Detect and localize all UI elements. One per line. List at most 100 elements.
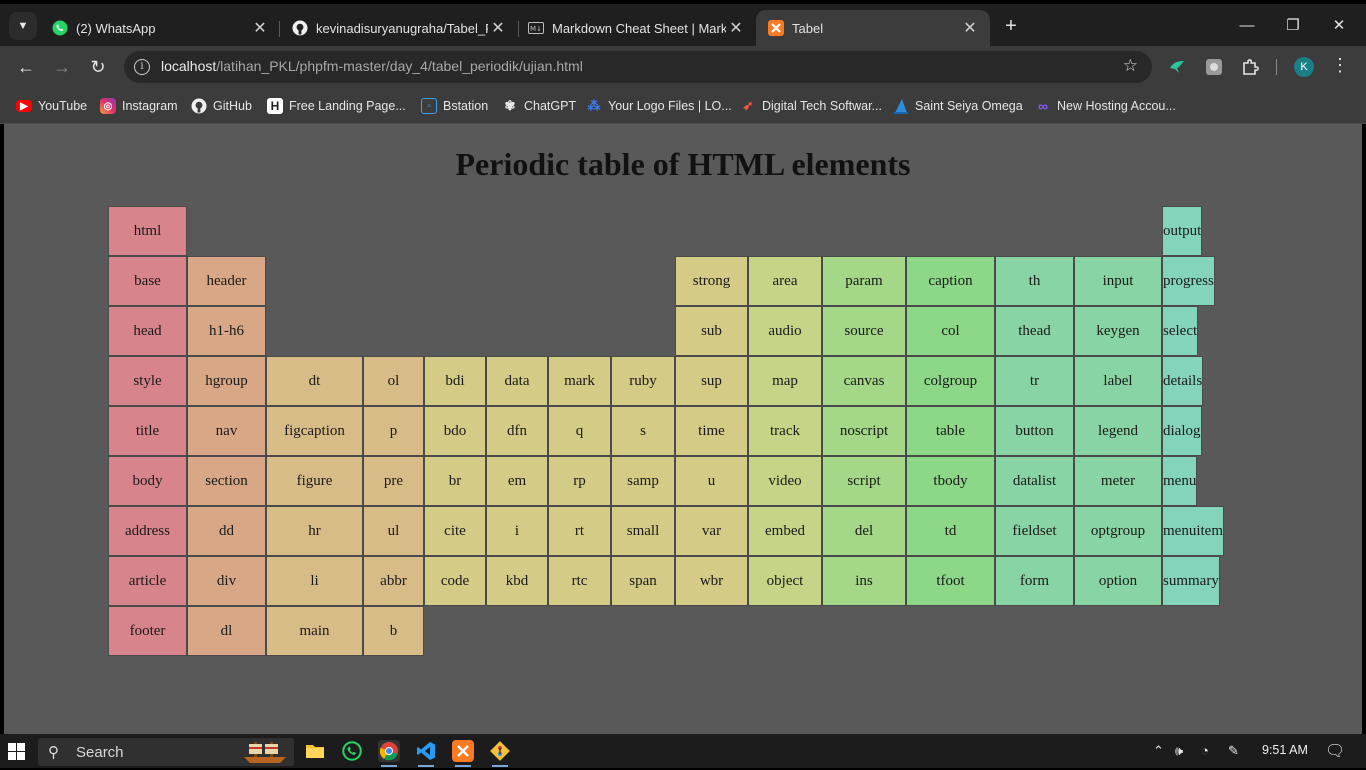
element-cell-ol: ol	[363, 356, 424, 406]
bookmark-saint-seiya[interactable]: Saint Seiya Omega	[893, 97, 1023, 115]
svg-text:M↓: M↓	[530, 25, 542, 33]
volume-icon[interactable]: 🕪	[1175, 743, 1183, 759]
tab-tabel[interactable]: Tabel ✕	[756, 10, 990, 46]
tab-github[interactable]: kevinadisuryanugraha/Tabel_Pe ✕	[280, 10, 518, 46]
infinity-icon: ∞	[1038, 98, 1048, 114]
chevron-down-icon: ▼	[17, 20, 29, 32]
vscode-icon[interactable]	[415, 740, 437, 762]
element-cell-audio: audio	[748, 306, 822, 356]
file-explorer-icon[interactable]	[304, 740, 326, 762]
browser-toolbar: ← → ↻ i localhost/latihan_PKL/phpfm-mast…	[0, 46, 1366, 88]
minimize-button[interactable]: —	[1232, 14, 1262, 38]
notification-icon[interactable]: 🗨	[1325, 741, 1345, 761]
taskbar-search[interactable]: ⚲ Search	[38, 738, 294, 766]
element-cell-div: div	[187, 556, 266, 606]
element-cell-code: code	[424, 556, 486, 606]
element-cell-style: style	[108, 356, 187, 406]
element-cell-figure: figure	[266, 456, 363, 506]
bookmark-github[interactable]: GitHub	[191, 97, 252, 115]
element-cell-tr: tr	[995, 356, 1074, 406]
element-cell-legend: legend	[1074, 406, 1162, 456]
element-cell-embed: embed	[748, 506, 822, 556]
site-info-icon[interactable]: i	[134, 59, 150, 75]
extensions-puzzle-icon[interactable]	[1241, 58, 1259, 76]
bookmark-label: Saint Seiya Omega	[915, 99, 1023, 113]
bookmark-instagram[interactable]: ◎ Instagram	[100, 97, 178, 115]
element-cell-dd: dd	[187, 506, 266, 556]
close-icon[interactable]: ✕	[250, 18, 270, 38]
element-cell-article: article	[108, 556, 187, 606]
git-icon[interactable]	[489, 740, 511, 762]
menu-kebab-icon[interactable]: ⋮	[1331, 55, 1349, 76]
windows-start-icon[interactable]	[8, 743, 25, 760]
back-button[interactable]: ←	[14, 55, 38, 79]
bookmark-label: Free Landing Page...	[289, 99, 406, 113]
element-cell-li: li	[266, 556, 363, 606]
element-cell-map: map	[748, 356, 822, 406]
element-cell-u: u	[675, 456, 748, 506]
new-tab-button[interactable]: +	[1000, 15, 1022, 37]
close-icon[interactable]: ✕	[960, 18, 980, 38]
tab-title: Tabel	[792, 20, 824, 36]
tab-search-button[interactable]: ▼	[9, 12, 37, 40]
bookmark-label: Digital Tech Softwar...	[762, 99, 882, 113]
element-cell-dl: dl	[187, 606, 266, 656]
element-cell-time: time	[675, 406, 748, 456]
bookmark-youtube[interactable]: ▶ YouTube	[16, 97, 87, 115]
bookmark-chatgpt[interactable]: ✾ ChatGPT	[502, 97, 577, 115]
element-cell-p: p	[363, 406, 424, 456]
element-cell-col: col	[906, 306, 995, 356]
element-cell-pre: pre	[363, 456, 424, 506]
element-cell-bdo: bdo	[424, 406, 486, 456]
element-cell-thead: thead	[995, 306, 1074, 356]
extension-photo-icon[interactable]	[1205, 58, 1223, 76]
bookmarks-bar: ▶ YouTube ◎ Instagram GitHub H Free Land…	[0, 88, 1366, 124]
element-cell-script: script	[822, 456, 906, 506]
element-cell-hgroup: hgroup	[187, 356, 266, 406]
element-cell-span: span	[611, 556, 675, 606]
element-cell-tbody: tbody	[906, 456, 995, 506]
tab-strip: ▼ (2) WhatsApp ✕ kevinadisuryanugraha/Ta…	[0, 4, 1366, 46]
element-cell-base: base	[108, 256, 187, 306]
forward-button[interactable]: →	[50, 55, 74, 79]
element-cell-wbr: wbr	[675, 556, 748, 606]
extension-bird-icon[interactable]	[1168, 58, 1186, 76]
element-cell-br: br	[424, 456, 486, 506]
bookmark-digital-tech[interactable]: ➶ Digital Tech Softwar...	[740, 97, 882, 115]
close-icon[interactable]: ✕	[726, 18, 746, 38]
bookmark-star-icon[interactable]: ☆	[1123, 56, 1138, 76]
address-bar[interactable]: i localhost/latihan_PKL/phpfm-master/day…	[124, 51, 1152, 83]
sail-icon	[893, 98, 909, 114]
element-cell-del: del	[822, 506, 906, 556]
element-cell-footer: footer	[108, 606, 187, 656]
page-title: Periodic table of HTML elements	[455, 146, 911, 182]
element-cell-fieldset: fieldset	[995, 506, 1074, 556]
element-cell-param: param	[822, 256, 906, 306]
chevron-up-icon[interactable]: ⌃	[1153, 743, 1164, 759]
element-cell-mark: mark	[548, 356, 611, 406]
chrome-icon[interactable]	[378, 740, 400, 762]
profile-avatar[interactable]: K	[1294, 57, 1314, 77]
element-cell-var: var	[675, 506, 748, 556]
bookmark-new-hosting[interactable]: ∞ New Hosting Accou...	[1035, 97, 1176, 115]
bookmark-logo-files[interactable]: ⁂ Your Logo Files | LO...	[586, 97, 732, 115]
search-highlight-ship-icon	[240, 739, 290, 765]
whatsapp-icon[interactable]	[341, 740, 363, 762]
clock-time[interactable]: 9:51 AM	[1262, 743, 1308, 757]
window-close-button[interactable]: ✕	[1324, 14, 1354, 38]
web-page: Periodic table of HTML elements html outp…	[4, 124, 1362, 734]
element-cell-rp: rp	[548, 456, 611, 506]
bookmark-bstation[interactable]: ▫ Bstation	[421, 97, 488, 115]
active-app-indicator	[418, 765, 434, 767]
element-cell-ruby: ruby	[611, 356, 675, 406]
close-icon[interactable]: ✕	[488, 18, 508, 38]
wifi-icon[interactable]: ◔	[1201, 743, 1209, 758]
restore-button[interactable]: ❐	[1278, 14, 1308, 38]
tab-markdown[interactable]: M↓ Markdown Cheat Sheet | Markd ✕	[516, 10, 756, 46]
pen-icon[interactable]: ✎	[1228, 743, 1239, 759]
windows-taskbar: ⚲ Search ⌃ 🕪 ◔ ✎ 9:51 AM 🗨	[0, 734, 1366, 768]
reload-button[interactable]: ↻	[86, 55, 110, 79]
tab-whatsapp[interactable]: (2) WhatsApp ✕	[40, 10, 280, 46]
bookmark-free-landing-page[interactable]: H Free Landing Page...	[267, 97, 406, 115]
xampp-icon[interactable]	[452, 740, 474, 762]
